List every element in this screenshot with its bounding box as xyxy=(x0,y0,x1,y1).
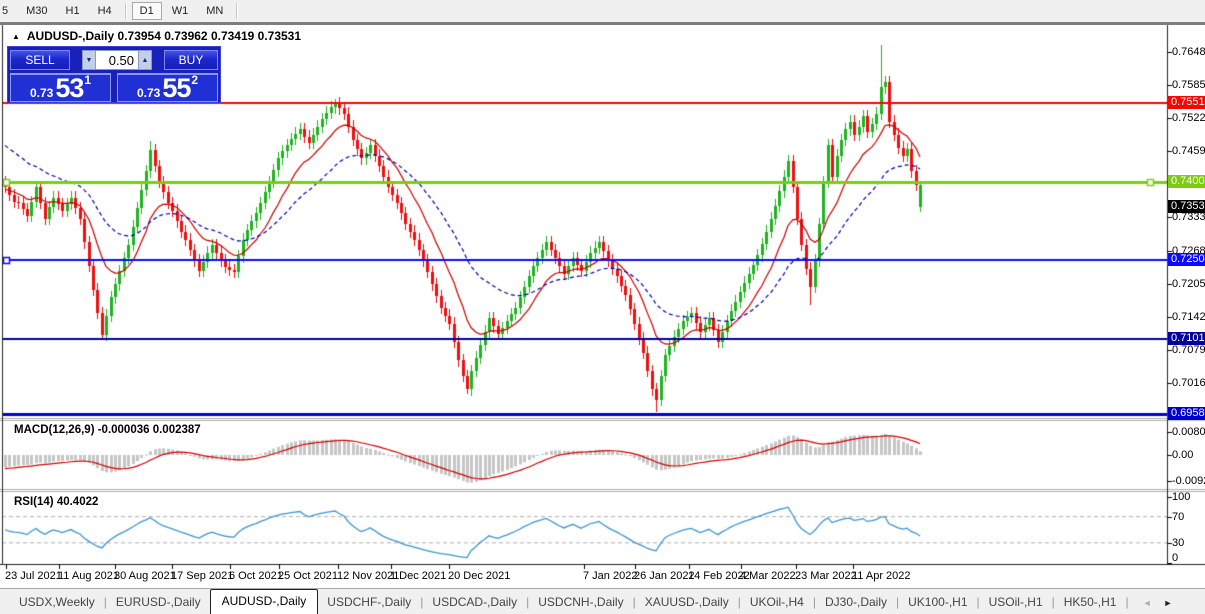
date-tick-label: 26 Jan 2022 xyxy=(634,570,695,582)
date-tick-label: 6 Oct 2021 xyxy=(229,570,283,582)
rsi-label: RSI(14) 40.4022 xyxy=(14,496,99,508)
date-tick-label: 1 Dec 2021 xyxy=(390,570,447,582)
tab-scroll-right-icon[interactable]: ► xyxy=(1158,598,1179,608)
tab-separator: | xyxy=(1125,595,1129,609)
sell-price[interactable]: 0.73 53 1 xyxy=(10,73,111,102)
rsi-tick-label: 0 xyxy=(1172,552,1179,564)
timeframe-h4[interactable]: H4 xyxy=(90,2,120,20)
date-tick-label: 7 Jan 2022 xyxy=(583,570,638,582)
timeframe-d1[interactable]: D1 xyxy=(131,2,162,20)
buy-price-prefix: 0.73 xyxy=(136,86,161,100)
volume-stepper: ▼ ▲ xyxy=(82,50,152,70)
tab-xauusd-daily[interactable]: XAUUSD-,Daily xyxy=(636,591,738,614)
tab-ukoil-h4[interactable]: UKOil-,H4 xyxy=(741,591,813,614)
macd-tick-label: 0.00 xyxy=(1172,449,1194,461)
tab-uk100-h1[interactable]: UK100-,H1 xyxy=(899,591,976,614)
price-level-label: 0.72504 xyxy=(1168,253,1205,266)
tab-usdcad-daily[interactable]: USDCAD-,Daily xyxy=(423,591,526,614)
current-price-label: 0.73531 xyxy=(1168,200,1205,213)
timeframe-5[interactable]: 5 xyxy=(0,2,16,20)
tab-usdchf-daily[interactable]: USDCHF-,Daily xyxy=(318,591,420,614)
one-click-trading-panel: SELL ▼ ▲ BUY 0.73531 0.73552 xyxy=(7,46,221,103)
timeframe-h1[interactable]: H1 xyxy=(58,2,88,20)
volume-decrease-button[interactable]: ▼ xyxy=(82,50,96,70)
triangle-up-icon: ▲ xyxy=(141,56,149,64)
price-tick-label: 0.70165 xyxy=(1172,377,1205,389)
price-tick-label: 0.75220 xyxy=(1172,112,1205,124)
price-level-label: 0.75512 xyxy=(1168,96,1205,109)
date-tick-label: 17 Sep 2021 xyxy=(171,570,234,582)
tab-eurusd-daily[interactable]: EURUSD-,Daily xyxy=(107,591,210,614)
rsi-tick-label: 100 xyxy=(1172,491,1191,503)
tab-usoil-h1[interactable]: USOil-,H1 xyxy=(980,591,1052,614)
tab-scroll-left-icon[interactable]: ◄ xyxy=(1137,598,1158,608)
buy-button[interactable]: BUY xyxy=(164,50,218,70)
buy-price-sup: 2 xyxy=(191,73,199,87)
buy-price[interactable]: 0.73 55 2 xyxy=(117,73,218,102)
date-tick-label: 23 Mar 2022 xyxy=(795,570,857,582)
date-tick-label: 4 Mar 2022 xyxy=(740,570,796,582)
price-tick-label: 0.75850 xyxy=(1172,79,1205,91)
toolbar-separator xyxy=(124,3,127,19)
volume-input[interactable] xyxy=(96,50,138,70)
macd-tick-label: 0.008061 xyxy=(1172,426,1205,438)
price-tick-label: 0.70795 xyxy=(1172,344,1205,356)
price-level-label: 0.71013 xyxy=(1168,332,1205,345)
price-tick-label: 0.74590 xyxy=(1172,145,1205,157)
timeframe-toolbar: 5 M30 H1 H4 D1 W1 MN xyxy=(0,0,1205,22)
buy-price-big: 55 xyxy=(162,73,191,103)
date-tick-label: 23 Jul 2021 xyxy=(5,570,62,582)
price-tick-label: 0.76480 xyxy=(1172,46,1205,58)
macd-tick-label: -0.00928 xyxy=(1172,475,1205,487)
sell-price-prefix: 0.73 xyxy=(29,86,54,100)
sell-button[interactable]: SELL xyxy=(10,50,70,70)
timeframe-mn[interactable]: MN xyxy=(198,2,231,20)
timeframe-m30[interactable]: M30 xyxy=(18,2,55,20)
date-tick-label: 11 Aug 2021 xyxy=(58,570,119,582)
chart-ohlc: 0.73954 0.73962 0.73419 0.73531 xyxy=(117,29,302,43)
volume-increase-button[interactable]: ▲ xyxy=(138,50,152,70)
price-level-label: 0.69582 xyxy=(1168,407,1205,420)
panel-toggle-icon[interactable]: ▲ xyxy=(12,32,20,41)
tab-audusd-daily[interactable]: AUDUSD-,Daily xyxy=(209,589,319,614)
tab-hk50-h1[interactable]: HK50-,H1 xyxy=(1055,591,1126,614)
toolbar-separator xyxy=(236,3,239,19)
sell-price-sup: 1 xyxy=(84,73,92,87)
tab-usdcnh-daily[interactable]: USDCNH-,Daily xyxy=(529,591,632,614)
chart-symbol: AUDUSD-,Daily xyxy=(26,29,115,43)
date-tick-label: 20 Dec 2021 xyxy=(448,570,511,582)
window-divider xyxy=(0,22,1205,25)
rsi-tick-label: 30 xyxy=(1172,537,1185,549)
price-tick-label: 0.72055 xyxy=(1172,278,1205,290)
tab-scroll-arrows: ◄ ► xyxy=(1137,598,1179,614)
chart-title: ▲ AUDUSD-,Daily 0.73954 0.73962 0.73419 … xyxy=(12,29,301,43)
macd-label: MACD(12,26,9) -0.000036 0.002387 xyxy=(14,424,201,436)
tab-usdx-weekly[interactable]: USDX,Weekly xyxy=(10,591,104,614)
timeframe-w1[interactable]: W1 xyxy=(164,2,197,20)
tab-dj30-daily[interactable]: DJ30-,Daily xyxy=(816,591,896,614)
price-tick-label: 0.71425 xyxy=(1172,311,1205,323)
rsi-tick-label: 70 xyxy=(1172,511,1185,523)
sell-price-big: 53 xyxy=(55,73,84,103)
price-level-label: 0.74002 xyxy=(1168,175,1205,188)
date-tick-label: 11 Apr 2022 xyxy=(852,570,911,582)
triangle-down-icon: ▼ xyxy=(85,56,93,64)
chart-tab-bar: USDX,Weekly | EURUSD-,Daily AUDUSD-,Daily US… xyxy=(0,588,1205,614)
date-tick-label: 25 Oct 2021 xyxy=(278,570,338,582)
date-tick-label: 30 Aug 2021 xyxy=(114,570,176,582)
